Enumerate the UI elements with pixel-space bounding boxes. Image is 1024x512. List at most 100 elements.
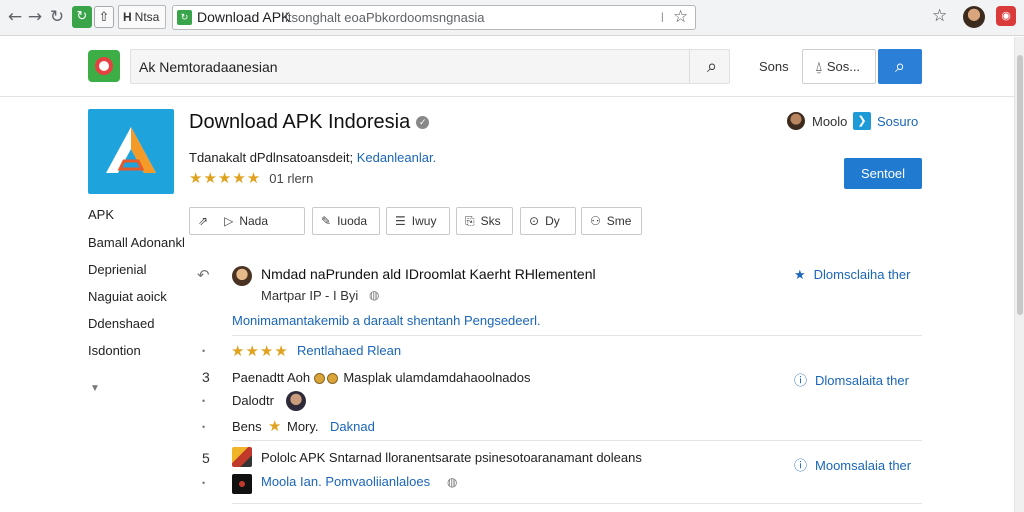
- search-icon[interactable]: ⌕: [707, 56, 717, 77]
- send-icon: ▷: [224, 214, 234, 228]
- app-icon: [88, 109, 174, 194]
- edit-button[interactable]: ✎ Iuoda: [312, 207, 380, 235]
- globe-icon: ◍: [447, 475, 458, 489]
- list-icon: ☰: [395, 214, 406, 228]
- bullet-dot: •: [202, 422, 206, 432]
- page-scrollbar[interactable]: [1014, 37, 1024, 512]
- review-text: Pololc APK Sntarnad lloranentsarate psin…: [261, 450, 642, 465]
- forward-arrow-icon[interactable]: →: [24, 6, 46, 28]
- review-action[interactable]: ★ Dlomsclaiha ther: [794, 267, 910, 283]
- install-button[interactable]: Sentoel: [844, 158, 922, 189]
- review-action[interactable]: ⓘ Moomsalaia ther: [794, 455, 911, 474]
- bullet-dot: •: [202, 346, 206, 356]
- app-subtitle: Tdanakalt dPdlnsatoansdeit; Kedanleanlar…: [189, 150, 437, 165]
- review-stars: ★★★★: [231, 342, 289, 360]
- review-number: 3: [202, 369, 210, 385]
- search-input[interactable]: Ak Nemtoradaanesian: [139, 59, 278, 75]
- emoji-icon: [313, 373, 325, 385]
- location-button[interactable]: ⊙ Dy: [520, 207, 576, 235]
- developer-name[interactable]: Moolo: [812, 114, 847, 129]
- header-button[interactable]: ⍙ Sos...: [802, 49, 876, 84]
- rating-stars: ★★★★★: [189, 169, 262, 187]
- home-icon[interactable]: ⇧: [94, 6, 114, 28]
- app-title: Download APK Indoresia ✓: [189, 111, 430, 134]
- site-header: Ak Nemtoradaanesian ⌕ Sons ⍙ Sos... ⌕: [0, 37, 1014, 97]
- review-number: 5: [202, 450, 210, 466]
- bullet-dot: •: [202, 396, 206, 406]
- review-label: Mory.: [287, 419, 319, 434]
- verified-icon: ✓: [416, 116, 430, 130]
- bookmark-star-icon[interactable]: ☆: [673, 7, 688, 27]
- review-title: Nmdad naPrunden ald IDroomlat Kaerht RHl…: [261, 266, 596, 282]
- reviewer-avatar: [286, 391, 306, 411]
- review-label: Bens: [232, 419, 262, 434]
- header-search-button[interactable]: ⌕: [878, 49, 922, 84]
- sidebar-item[interactable]: Isdontion: [88, 343, 141, 358]
- emoji-icon: [326, 373, 338, 385]
- address-bar[interactable]: ↻ Download APK ltsonghalt eoaPbkordoomsn…: [172, 5, 696, 30]
- browser-toolbar: ← → ↻ ↻ ⇧ H Ntsa ↻ Download APK ltsonghal…: [0, 0, 1024, 36]
- tab-label: Ntsa: [134, 10, 160, 24]
- review-link[interactable]: Moola Ian. Pomvaoliianlaloes: [261, 474, 430, 489]
- developer-avatar: [787, 112, 805, 130]
- review-action[interactable]: ⓘ Dlomsalaita ther: [794, 370, 909, 389]
- developer-link[interactable]: Sosuro: [877, 114, 918, 129]
- review-divider: [232, 440, 922, 441]
- info-icon: ⓘ: [794, 374, 808, 389]
- profile-avatar[interactable]: [963, 6, 985, 28]
- person-button[interactable]: ⚇ Sme: [581, 207, 642, 235]
- site-favicon-icon: ↻: [177, 10, 192, 25]
- app-thumbnail: [232, 447, 252, 467]
- sidebar-item-apk[interactable]: APK: [88, 207, 114, 222]
- review-label: Dalodtr: [232, 393, 274, 408]
- scrollbar-thumb[interactable]: [1017, 55, 1023, 315]
- tab-button[interactable]: H Ntsa: [118, 5, 166, 29]
- review-text: Paenadtt Aoh Masplak ulamdamdahaoolnados: [232, 370, 531, 385]
- sidebar-item[interactable]: Bamall Adonankl: [88, 235, 185, 250]
- review-body[interactable]: Monimamantakemib a daraalt shentanh Peng…: [232, 313, 541, 328]
- review-meta: Martpar IP - I Byi: [261, 288, 359, 303]
- rating-row: ★★★★★ 01 rlern: [189, 169, 313, 187]
- review-divider: [232, 335, 922, 336]
- back-arrow-icon[interactable]: ←: [4, 6, 26, 28]
- url-dropdown-icon[interactable]: |: [661, 12, 664, 23]
- star-icon[interactable]: ☆: [932, 6, 947, 26]
- edit-icon: ✎: [321, 214, 332, 228]
- header-link[interactable]: Sons: [759, 59, 789, 74]
- review-link[interactable]: Daknad: [330, 419, 375, 434]
- info-icon: ⓘ: [794, 459, 808, 474]
- url-text: ltsonghalt eoaPbkordoomsngnasia: [285, 10, 485, 25]
- rating-count: 01 rlern: [269, 171, 314, 186]
- save-button[interactable]: ⎘ Sks: [456, 207, 513, 235]
- star-icon: ★: [794, 268, 806, 283]
- save-icon: ⎘: [465, 214, 475, 228]
- list-button[interactable]: ☰ Iwuy: [386, 207, 450, 235]
- reviewer-avatar: [232, 266, 252, 286]
- category-link[interactable]: Kedanleanlar.: [357, 150, 437, 165]
- share-send-button[interactable]: ⇗ ▷ Nada: [189, 207, 305, 235]
- share-icon: ⇗: [198, 214, 209, 228]
- bullet-dot: •: [202, 478, 206, 488]
- reply-arrow-icon[interactable]: ↶: [197, 266, 210, 284]
- extension-badge-icon[interactable]: ◉: [996, 6, 1016, 26]
- url-title: Download APK: [197, 9, 291, 25]
- sidebar-item[interactable]: Deprienial: [88, 262, 147, 277]
- review-link[interactable]: Rentlahaed Rlean: [297, 343, 401, 358]
- search-divider: [689, 50, 690, 83]
- person-icon: ⚇: [590, 214, 601, 228]
- chevron-down-icon[interactable]: ▼: [90, 383, 100, 394]
- star-icon: ★: [268, 417, 283, 435]
- bell-icon: ⍙: [815, 60, 823, 75]
- globe-icon: ◍: [369, 288, 380, 302]
- app-logo-icon: [106, 127, 156, 173]
- review-divider: [232, 503, 922, 504]
- reload-icon[interactable]: ↻: [46, 6, 68, 28]
- extension-icon[interactable]: ↻: [72, 6, 92, 28]
- sidebar-item[interactable]: Naguiat aoick: [88, 289, 167, 304]
- site-logo[interactable]: [88, 50, 120, 82]
- app-thumbnail: [232, 474, 252, 494]
- share-icon[interactable]: ❯: [853, 112, 871, 130]
- location-icon: ⊙: [529, 214, 540, 228]
- site-search-box[interactable]: Ak Nemtoradaanesian ⌕: [130, 49, 730, 84]
- sidebar-item[interactable]: Ddenshaed: [88, 316, 155, 331]
